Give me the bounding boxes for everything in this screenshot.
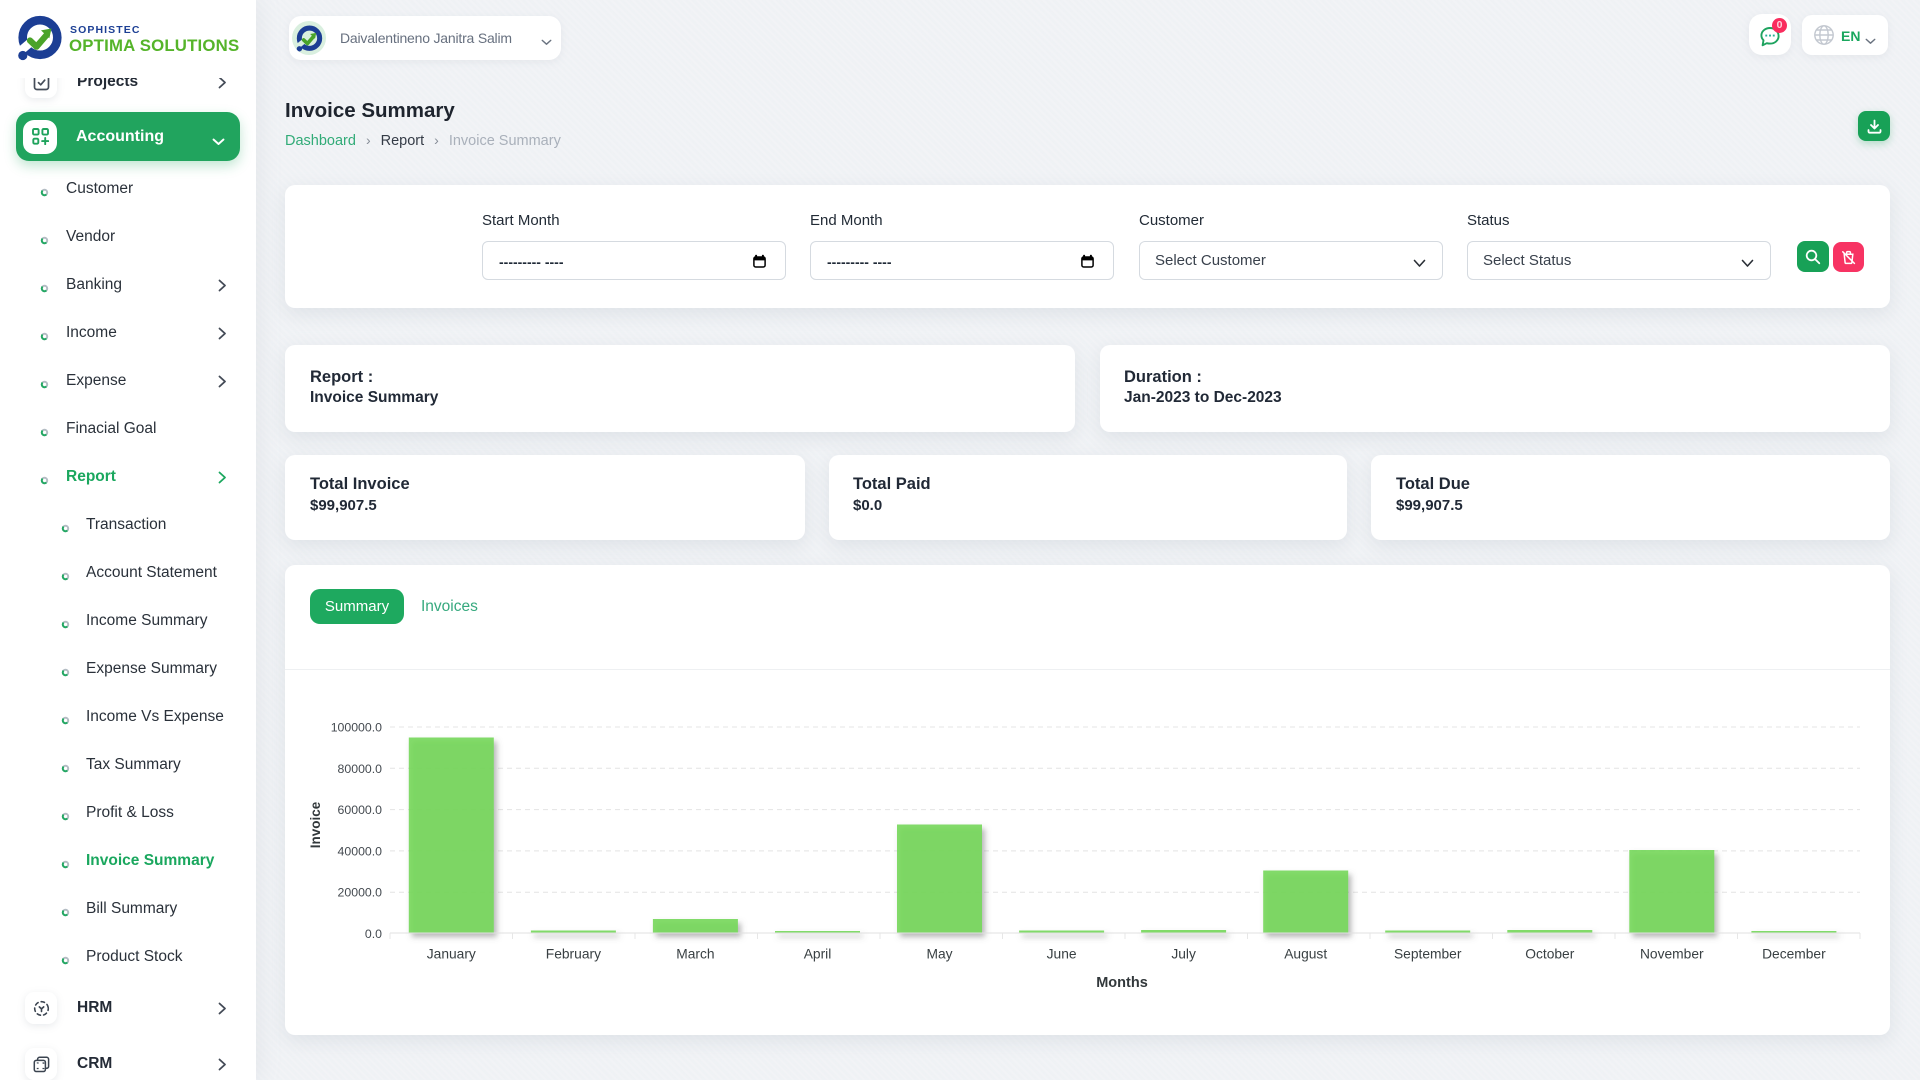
svg-text:August: August: [1284, 947, 1327, 962]
svg-text:November: November: [1640, 947, 1704, 962]
svg-text:Months: Months: [1096, 975, 1148, 991]
svg-text:100000.0: 100000.0: [331, 721, 382, 735]
svg-text:April: April: [804, 947, 832, 962]
svg-text:October: October: [1525, 947, 1574, 962]
svg-text:February: February: [546, 947, 601, 962]
svg-text:40000.0: 40000.0: [338, 844, 383, 858]
svg-text:May: May: [926, 947, 952, 962]
svg-text:January: January: [427, 947, 476, 962]
svg-text:0.0: 0.0: [365, 927, 382, 941]
svg-text:September: September: [1394, 947, 1462, 962]
svg-text:March: March: [676, 947, 714, 962]
svg-text:Invoice: Invoice: [308, 801, 323, 848]
svg-text:December: December: [1762, 947, 1826, 962]
svg-text:80000.0: 80000.0: [338, 762, 383, 776]
svg-text:June: June: [1047, 947, 1077, 962]
svg-text:20000.0: 20000.0: [338, 886, 383, 900]
svg-text:60000.0: 60000.0: [338, 803, 383, 817]
svg-text:July: July: [1171, 947, 1196, 962]
